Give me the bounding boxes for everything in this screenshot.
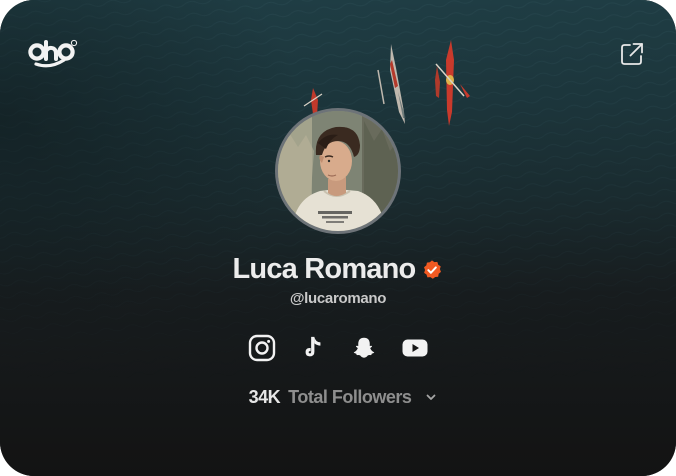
profile-name: Luca Romano xyxy=(232,252,417,285)
instagram-icon xyxy=(248,334,275,362)
profile-handle: @lucaromano xyxy=(289,290,387,307)
snapchat-button[interactable] xyxy=(349,333,379,363)
name-row: Luca Romano xyxy=(0,249,676,289)
followers-count: 34K xyxy=(248,386,281,407)
snapchat-icon xyxy=(353,337,374,358)
tiktok-button[interactable] xyxy=(298,333,328,363)
external-link-icon xyxy=(621,43,643,65)
youtube-icon xyxy=(402,339,427,357)
instagram-button[interactable] xyxy=(247,333,277,363)
tiktok-icon xyxy=(305,336,320,357)
profile-card: Luca Romano @lucaromano 34K Total Follow… xyxy=(0,0,676,476)
share-button[interactable] xyxy=(618,40,646,68)
chevron-down-icon xyxy=(426,394,436,400)
verified-badge-icon xyxy=(424,259,442,279)
followers-label: Total Followers xyxy=(288,386,412,407)
followers-dropdown[interactable]: 34K Total Followers xyxy=(0,385,676,409)
oho-logo-icon xyxy=(28,39,78,68)
social-links xyxy=(0,333,676,363)
profile-photo xyxy=(278,111,398,231)
avatar xyxy=(275,108,401,234)
youtube-button[interactable] xyxy=(400,333,430,363)
